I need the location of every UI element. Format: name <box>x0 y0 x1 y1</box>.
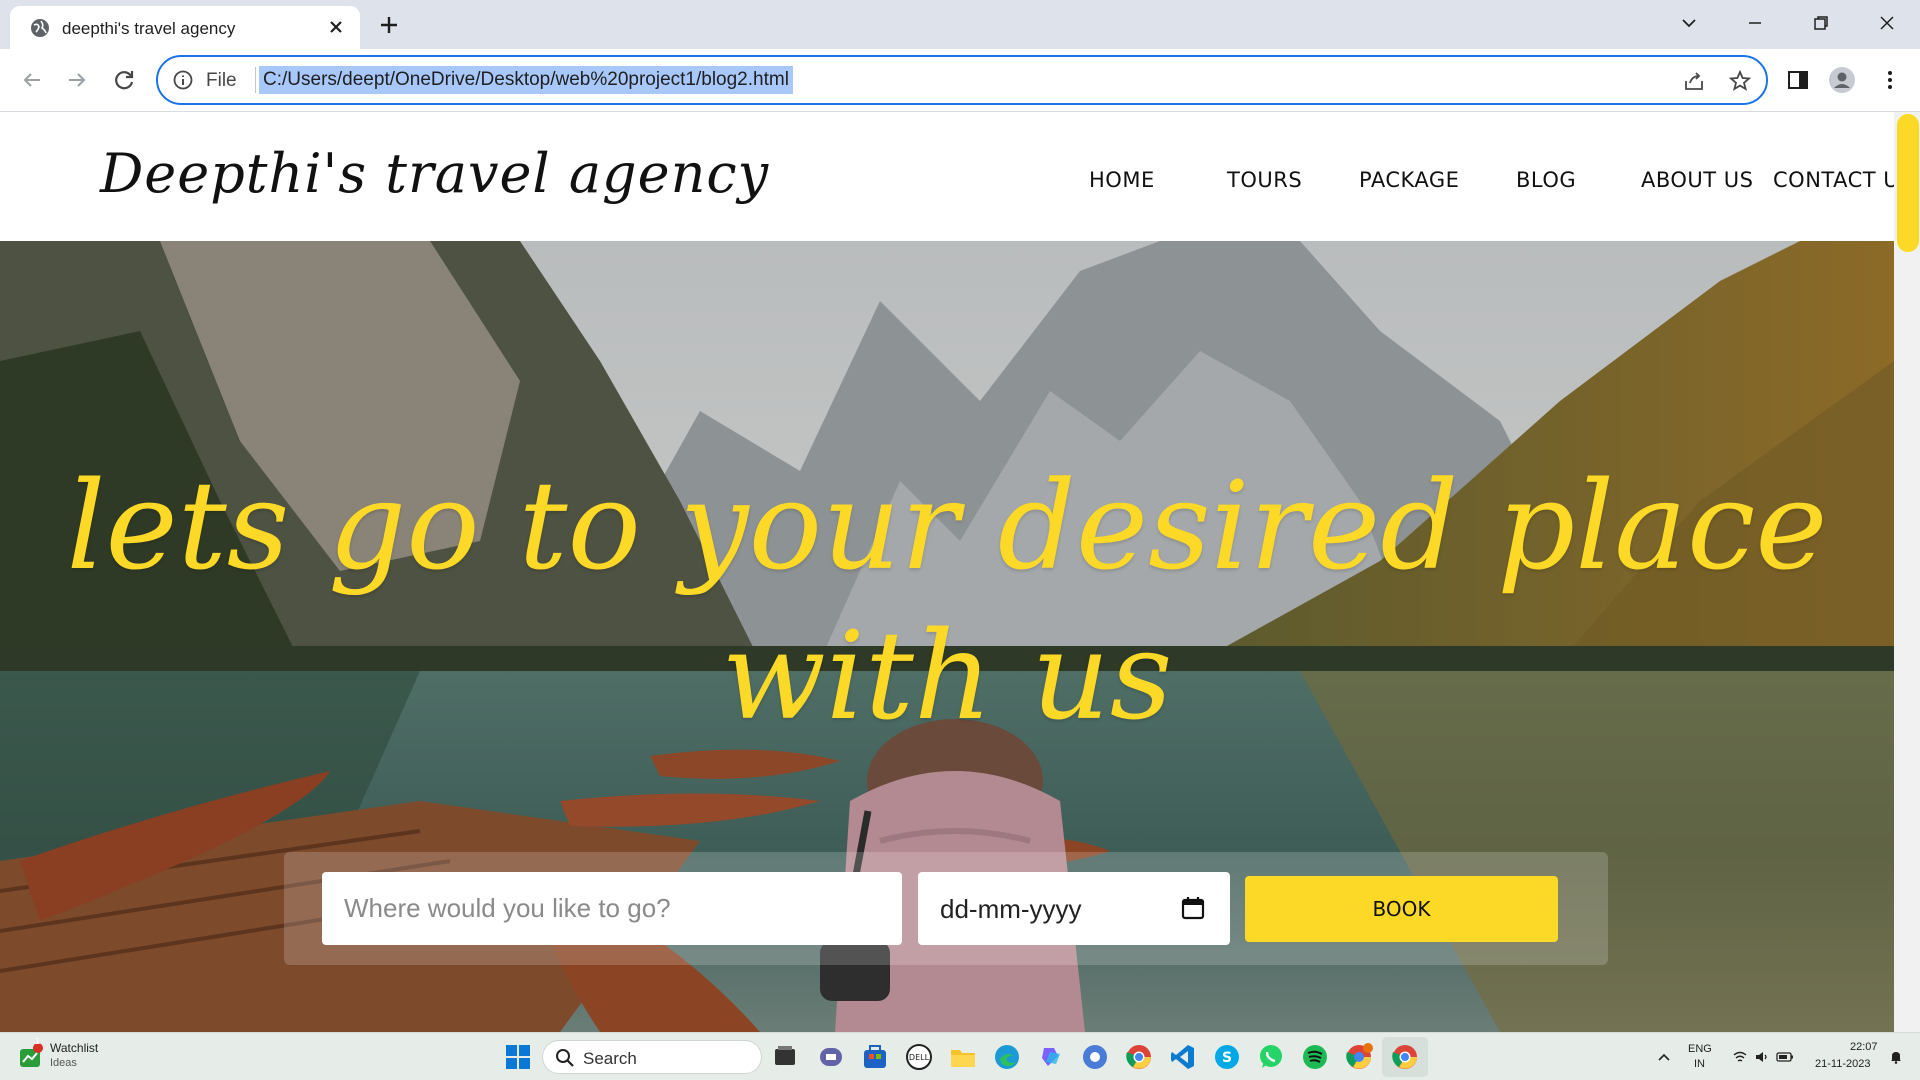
book-button[interactable]: BOOK <box>1245 876 1558 942</box>
date-input[interactable]: dd-mm-yyyy <box>918 872 1230 945</box>
chrome-icon[interactable] <box>1124 1042 1154 1072</box>
widget-title[interactable]: Watchlist <box>50 1041 98 1055</box>
restore-icon[interactable] <box>1808 10 1834 36</box>
address-bar[interactable]: File C:/Users/deept/OneDrive/Desktop/web… <box>156 55 1768 105</box>
forward-arrow-icon[interactable] <box>63 66 91 94</box>
url-scheme-label: File <box>206 70 237 91</box>
battery-icon[interactable] <box>1776 1049 1794 1065</box>
browser-tab-strip: deepthi's travel agency <box>0 0 1920 49</box>
nav-tours[interactable]: TOURS <box>1227 168 1302 192</box>
tray-chevron-up-icon[interactable] <box>1656 1049 1672 1065</box>
profile-avatar-icon[interactable] <box>1828 66 1856 94</box>
minimize-icon[interactable] <box>1742 10 1768 36</box>
nav-home[interactable]: HOME <box>1089 168 1155 192</box>
clock-date: 21-11-2023 <box>1815 1058 1871 1070</box>
page-viewport: Deepthi's travel agency HOME TOURS PACKA… <box>0 112 1920 1032</box>
more-menu-icon[interactable] <box>1876 66 1904 94</box>
info-icon[interactable] <box>172 69 194 91</box>
nav-about-us[interactable]: ABOUT US <box>1641 168 1754 192</box>
back-arrow-icon[interactable] <box>18 66 46 94</box>
microsoft-store-icon[interactable] <box>860 1042 890 1072</box>
share-icon[interactable] <box>1682 69 1706 93</box>
nav-contact-us[interactable]: CONTACT US <box>1773 168 1913 192</box>
language-label[interactable]: ENG <box>1688 1043 1712 1055</box>
date-placeholder: dd-mm-yyyy <box>940 894 1082 924</box>
tab-search-chevron-icon[interactable] <box>1676 10 1702 36</box>
chrome-profile-icon[interactable] <box>1080 1042 1110 1072</box>
search-label: Search <box>583 1049 637 1068</box>
skype-icon[interactable]: S <box>1212 1042 1242 1072</box>
browser-toolbar: File C:/Users/deept/OneDrive/Desktop/web… <box>0 49 1920 112</box>
taskbar: 1 Watchlist Ideas Search DELL S ENG IN 2… <box>0 1032 1920 1080</box>
globe-icon <box>31 19 49 37</box>
teams-chat-icon[interactable] <box>816 1042 846 1072</box>
nav-blog[interactable]: BLOG <box>1516 168 1576 192</box>
vscode-icon[interactable] <box>1168 1042 1198 1072</box>
site-header: Deepthi's travel agency HOME TOURS PACKA… <box>0 112 1912 241</box>
svg-text:S: S <box>1222 1050 1232 1066</box>
omnibox-divider <box>255 67 256 93</box>
chrome-app-icon[interactable] <box>1344 1042 1374 1072</box>
site-logo[interactable]: Deepthi's travel agency <box>100 142 769 205</box>
reload-icon[interactable] <box>110 66 138 94</box>
whatsapp-icon[interactable] <box>1256 1042 1286 1072</box>
task-view-icon[interactable] <box>770 1042 800 1072</box>
hero-headline: lets go to your desired place with us <box>66 455 1828 747</box>
close-icon[interactable] <box>326 17 346 37</box>
svg-text:DELL: DELL <box>909 1053 930 1062</box>
windows-start-icon[interactable] <box>504 1043 532 1071</box>
spotify-icon[interactable] <box>1300 1042 1330 1072</box>
wifi-icon[interactable] <box>1732 1049 1748 1065</box>
calendar-icon[interactable] <box>1180 895 1206 921</box>
hero-section: lets go to your desired place with us dd… <box>0 241 1894 1032</box>
dell-icon[interactable]: DELL <box>904 1042 934 1072</box>
volume-icon[interactable] <box>1754 1049 1770 1065</box>
new-tab-icon[interactable] <box>376 12 402 38</box>
edge-icon[interactable] <box>992 1042 1022 1072</box>
stocks-widget-icon[interactable] <box>18 1043 44 1069</box>
window-close-icon[interactable] <box>1874 10 1900 36</box>
booking-form: dd-mm-yyyy BOOK <box>284 852 1608 965</box>
side-panel-icon[interactable] <box>1784 66 1812 94</box>
url-text[interactable]: C:/Users/deept/OneDrive/Desktop/web%20pr… <box>259 66 793 94</box>
notification-bell-icon[interactable] <box>1888 1049 1904 1065</box>
file-explorer-icon[interactable] <box>948 1042 978 1072</box>
copilot-icon[interactable] <box>1036 1042 1066 1072</box>
chrome-active-icon[interactable] <box>1390 1042 1420 1072</box>
search-icon <box>556 1049 574 1067</box>
nav-package[interactable]: PACKAGE <box>1359 168 1459 192</box>
tab-title: deepthi's travel agency <box>62 19 236 38</box>
clock-time[interactable]: 22:07 <box>1850 1041 1878 1053</box>
scrollbar-thumb[interactable] <box>1897 114 1919 252</box>
bookmark-star-icon[interactable] <box>1728 69 1752 93</box>
widget-subtitle: Ideas <box>50 1057 77 1069</box>
taskbar-search[interactable]: Search <box>542 1040 762 1074</box>
destination-input[interactable] <box>322 872 902 945</box>
widget-badge: 1 <box>35 1036 41 1046</box>
browser-tab[interactable]: deepthi's travel agency <box>10 6 360 49</box>
region-label: IN <box>1694 1058 1705 1070</box>
